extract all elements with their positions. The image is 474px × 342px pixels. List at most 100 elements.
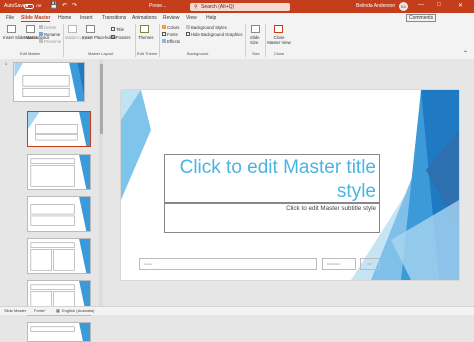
- fonts-button[interactable]: Fonts: [167, 32, 178, 37]
- slide-number: 1: [5, 61, 8, 66]
- hide-background-graphics-label: Hide Background Graphics: [191, 32, 243, 37]
- layout-thumbnail-title-slide[interactable]: [27, 111, 91, 147]
- search-icon: ⚲: [194, 3, 198, 10]
- autosave-state: Off: [36, 3, 42, 8]
- rename-icon: [39, 32, 43, 36]
- maximize-icon[interactable]: □: [437, 2, 441, 8]
- autosave-toggle[interactable]: [24, 3, 34, 9]
- tab-file[interactable]: File: [6, 15, 14, 21]
- close-window-icon[interactable]: ✕: [458, 2, 463, 9]
- user-name: Belinda Anderson: [356, 3, 396, 9]
- group-label-close: Close: [274, 51, 285, 56]
- close-master-view-button[interactable]: Close Master View: [267, 35, 291, 45]
- tab-transitions[interactable]: Transitions: [102, 15, 126, 21]
- footers-checkbox[interactable]: [111, 35, 115, 39]
- status-view: Slide Master: [4, 308, 27, 314]
- minimize-icon[interactable]: —: [418, 2, 424, 8]
- document-title: Prese...: [149, 3, 167, 9]
- master-title-text: Click to edit Master title style: [179, 157, 376, 202]
- layout-thumbnail[interactable]: [27, 322, 91, 342]
- layout-thumbnail-graphic: [30, 155, 90, 189]
- layout-thumbnail-graphic: [30, 239, 90, 273]
- slide-number-placeholder[interactable]: <#>: [360, 258, 380, 270]
- footer-text: Footer: [144, 262, 153, 266]
- title-placeholder[interactable]: Click to edit Master title style: [164, 154, 380, 203]
- ribbon: Insert Slide Master Insert Layout Delete…: [0, 22, 474, 60]
- group-separator: [135, 24, 136, 57]
- search-placeholder: Search (Alt+Q): [201, 3, 235, 10]
- master-subtitle-text: Click to edit Master subtitle style: [286, 205, 376, 212]
- title-bar: AutoSave Off 💾 ↶ ↷ Prese... ⚲ Search (Al…: [0, 0, 474, 13]
- colors-icon: [162, 25, 166, 29]
- title-checkbox-label: Title: [116, 26, 124, 32]
- preserve-icon: [39, 39, 43, 43]
- insert-slide-master-icon[interactable]: [7, 25, 16, 33]
- layout-thumbnail[interactable]: [27, 196, 91, 232]
- layout-thumbnail[interactable]: [27, 238, 91, 274]
- themes-icon[interactable]: [140, 25, 149, 33]
- status-language[interactable]: English (Australia): [62, 308, 94, 313]
- footer-placeholder[interactable]: Footer: [139, 258, 317, 270]
- colors-button[interactable]: Colors: [167, 25, 179, 30]
- tab-home[interactable]: Home: [58, 15, 71, 21]
- search-box[interactable]: ⚲ Search (Alt+Q): [190, 2, 290, 11]
- group-separator: [245, 24, 246, 57]
- tab-review[interactable]: Review: [163, 15, 179, 21]
- ribbon-tabs: File Slide Master Home Insert Transition…: [0, 13, 474, 22]
- group-separator: [265, 24, 266, 57]
- master-layout-icon: [68, 25, 77, 33]
- insert-layout-icon[interactable]: [26, 25, 35, 33]
- rename-button[interactable]: Rename: [44, 32, 60, 37]
- group-label-master-layout: Master Layout: [88, 51, 114, 56]
- group-label-edit-master: Edit Master: [20, 51, 41, 56]
- avatar[interactable]: BA: [399, 2, 408, 11]
- collapse-ribbon-icon[interactable]: ⌃: [463, 50, 468, 57]
- slide-size-icon[interactable]: [251, 25, 260, 33]
- hide-background-graphics-checkbox[interactable]: [186, 32, 190, 36]
- undo-icon[interactable]: ↶: [62, 2, 67, 9]
- group-separator: [63, 24, 64, 57]
- layout-thumbnail-graphic: [30, 197, 90, 231]
- close-master-view-icon[interactable]: [274, 25, 283, 33]
- effects-icon: [162, 39, 166, 43]
- tab-animations[interactable]: Animations: [132, 15, 157, 21]
- master-thumbnail-graphic: [14, 63, 84, 101]
- themes-button[interactable]: Themes: [138, 35, 154, 40]
- tab-help[interactable]: Help: [206, 15, 216, 21]
- effects-button[interactable]: Effects: [167, 39, 180, 44]
- status-accessibility[interactable]: Fonts*: [34, 308, 46, 313]
- layout-thumbnail-graphic: [28, 112, 90, 146]
- comments-button[interactable]: Comments: [406, 13, 437, 22]
- delete-button[interactable]: Delete: [44, 25, 56, 30]
- group-separator: [159, 24, 160, 57]
- redo-icon[interactable]: ↷: [72, 2, 77, 9]
- layout-thumbnail-graphic: [30, 323, 90, 341]
- delete-icon: [39, 25, 43, 29]
- group-label-size: Size: [252, 51, 260, 56]
- fonts-icon: [162, 32, 166, 36]
- background-styles-icon: [186, 25, 190, 29]
- date-text: 9/10/2021: [327, 262, 341, 266]
- layout-thumbnail[interactable]: [27, 154, 91, 190]
- title-checkbox[interactable]: [111, 27, 115, 31]
- preserve-button[interactable]: Preserve: [44, 39, 61, 44]
- background-styles-button[interactable]: Background Styles: [191, 25, 227, 30]
- language-icon: ▦: [56, 308, 60, 314]
- master-thumbnail[interactable]: [13, 62, 85, 102]
- slide-size-button[interactable]: Slide Size: [250, 35, 264, 45]
- footers-checkbox-label: Footers: [116, 34, 131, 40]
- group-label-background: Background: [187, 51, 209, 56]
- subtitle-placeholder[interactable]: Click to edit Master subtitle style: [164, 203, 380, 233]
- thumbnail-pane: 1: [0, 59, 104, 342]
- slide-number-text: <#>: [367, 262, 373, 266]
- insert-placeholder-icon[interactable]: [86, 25, 95, 33]
- date-placeholder[interactable]: 9/10/2021: [322, 258, 356, 270]
- tab-view[interactable]: View: [186, 15, 197, 21]
- scrollbar-thumb[interactable]: [99, 64, 103, 134]
- thumbnail-scrollbar[interactable]: [99, 59, 103, 306]
- tab-slide-master[interactable]: Slide Master: [21, 15, 51, 22]
- save-icon[interactable]: 💾: [50, 2, 57, 9]
- autosave-label: AutoSave: [4, 3, 26, 9]
- tab-insert[interactable]: Insert: [80, 15, 93, 21]
- group-label-edit-theme: Edit Theme: [137, 51, 158, 56]
